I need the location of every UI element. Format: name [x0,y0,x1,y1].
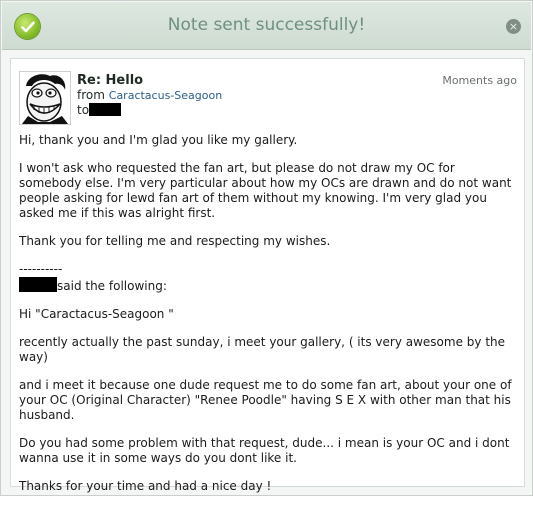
redacted-recipient [89,103,122,116]
redacted-quoted-user [19,277,57,292]
note-from-line: from Caractacus-Seagoon [77,88,222,102]
quoted-paragraph: recently actually the past sunday, i mee… [19,335,506,364]
quote-separator: ---------- [19,262,63,276]
close-circle-icon[interactable]: × [506,19,521,34]
note-timestamp: Moments ago [442,74,517,87]
from-label: from [77,88,105,102]
quoted-paragraph: and i meet it because one dude request m… [19,378,512,422]
quoted-paragraph: Thanks for your time and had a nice day … [19,479,272,493]
reply-paragraph: Hi, thank you and I'm glad you like my g… [19,133,298,147]
dialog-header: Note sent successfully! × [2,2,531,50]
to-label: to [77,103,90,117]
note-card: Re: Hello from Caractacus-Seagoon to Mom… [10,58,525,493]
quote-header: said the following: [19,277,519,294]
avatar[interactable] [19,71,71,125]
reply-paragraph: Thank you for telling me and respecting … [19,234,331,248]
note-to-line: to [77,103,122,117]
note-sent-dialog: Note sent successfully! × Re: Hello from… [0,0,533,496]
note-subject: Re: Hello [77,73,144,88]
sender-username-link[interactable]: Caractacus-Seagoon [109,89,222,102]
said-following-text: said the following: [57,279,167,293]
note-body: Hi, thank you and I'm glad you like my g… [19,133,519,507]
reply-paragraph: I won't ask who requested the fan art, b… [19,161,512,220]
dialog-title: Note sent successfully! [167,15,366,35]
quoted-paragraph: Hi "Caractacus-Seagoon " [19,307,174,321]
quoted-paragraph: Do you had some problem with that reques… [19,436,510,465]
